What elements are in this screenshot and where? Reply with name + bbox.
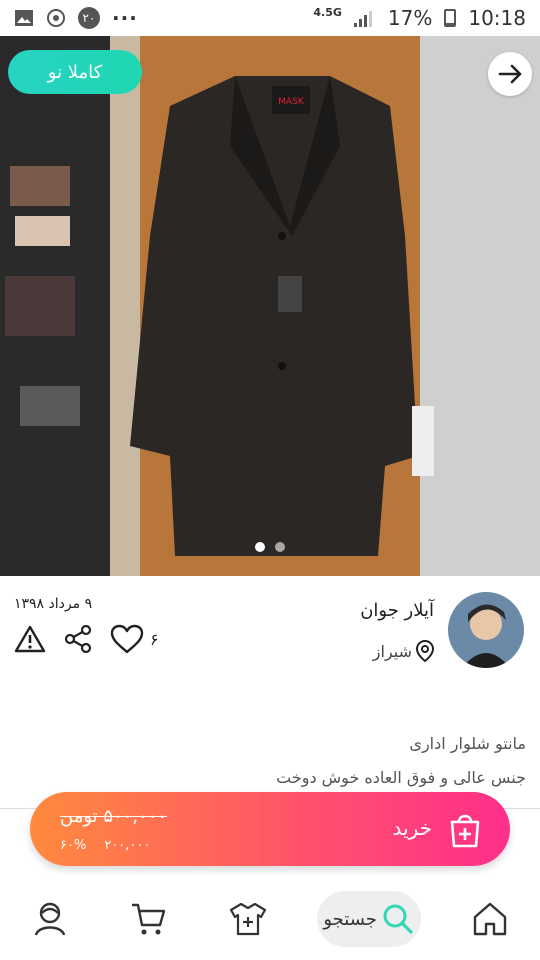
carousel-dot[interactable] <box>255 542 265 552</box>
shopping-bag-add-icon <box>448 810 482 852</box>
gallery-icon <box>15 10 33 26</box>
status-right: 4.5G 17% 10:18 <box>313 5 526 31</box>
more-notifications-icon: ··· <box>112 6 138 30</box>
seller-name[interactable]: آیلار جوان <box>360 600 434 621</box>
avatar-image <box>448 592 524 668</box>
svg-text:MASK: MASK <box>278 97 305 107</box>
share-icon[interactable] <box>64 625 92 653</box>
carousel-dot[interactable] <box>275 542 285 552</box>
seller-city: شیراز <box>372 641 412 661</box>
nav-profile[interactable] <box>20 889 80 949</box>
heart-icon <box>110 624 144 654</box>
seller-location: شیراز <box>373 640 434 662</box>
product-image-carousel[interactable]: MASK کاملا نو <box>0 36 540 576</box>
nav-search[interactable]: جستجو <box>317 891 422 947</box>
network-type: 4.5G <box>313 5 342 19</box>
add-product-icon <box>229 902 267 936</box>
cart-icon <box>131 903 165 935</box>
report-icon[interactable] <box>14 625 46 653</box>
buy-button[interactable]: خرید ۵۰۰,۰۰۰ تومن ۶۰% ۲۰۰,۰۰۰ <box>30 792 510 866</box>
discount-percent: ۶۰% <box>60 838 87 853</box>
back-button[interactable] <box>488 52 532 96</box>
search-icon <box>383 904 413 934</box>
notification-count-badge: ۲۰ <box>78 7 100 29</box>
bottom-navigation: جستجو <box>0 878 540 960</box>
like-count: ۶ <box>150 629 159 649</box>
new-price-row: ۶۰% ۲۰۰,۰۰۰ <box>60 838 150 853</box>
post-actions: ۶ <box>14 624 159 654</box>
seller-section: آیلار جوان شیراز ۹ مرداد ۱۳۹۸ ۶ <box>0 576 540 706</box>
signal-icon <box>353 9 376 27</box>
buy-label: خرید <box>392 816 432 840</box>
location-pin-icon <box>416 640 434 662</box>
like-button[interactable]: ۶ <box>110 624 159 654</box>
status-bar: ۲۰ ··· 4.5G 17% 10:18 <box>0 0 540 36</box>
arrow-right-icon <box>498 64 522 84</box>
compass-icon <box>47 9 65 27</box>
product-title: مانتو شلوار اداری <box>409 734 526 753</box>
battery-icon <box>444 9 457 27</box>
badge-brand-new: کاملا نو <box>8 50 142 94</box>
nav-cart[interactable] <box>119 889 179 949</box>
old-price: ۵۰۰,۰۰۰ تومن <box>60 806 168 827</box>
nav-add-product[interactable] <box>218 889 278 949</box>
nav-home[interactable] <box>460 889 520 949</box>
product-description: جنس عالی و فوق العاده خوش دوخت <box>276 768 526 787</box>
clock: 10:18 <box>468 6 526 30</box>
home-icon <box>474 902 507 936</box>
post-date: ۹ مرداد ۱۳۹۸ <box>14 596 93 612</box>
carousel-dots <box>0 542 540 552</box>
profile-icon <box>34 902 65 936</box>
status-left: ۲۰ ··· <box>14 6 138 30</box>
product-photo: MASK <box>0 36 540 576</box>
new-price: ۲۰۰,۰۰۰ <box>104 838 151 853</box>
battery-percent: 17% <box>387 6 433 30</box>
nav-search-label: جستجو <box>323 908 377 930</box>
avatar[interactable] <box>448 592 524 668</box>
